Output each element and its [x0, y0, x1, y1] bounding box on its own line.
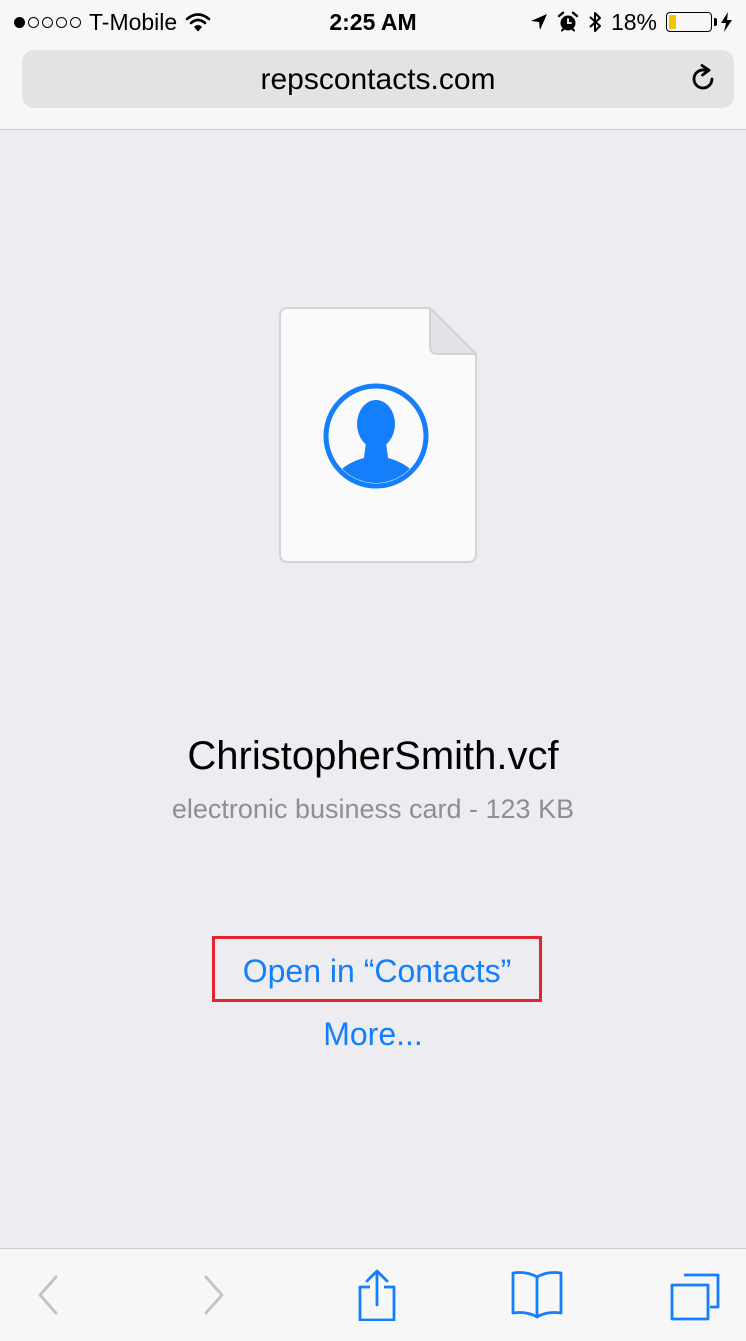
tabs-button[interactable]	[666, 1269, 722, 1321]
status-right: 18%	[530, 8, 732, 36]
open-in-contacts-button[interactable]: Open in “Contacts”	[212, 936, 542, 1002]
address-bar[interactable]: repscontacts.com	[22, 50, 734, 108]
file-name: ChristopherSmith.vcf	[187, 734, 559, 778]
battery-icon	[666, 12, 717, 32]
battery-level	[669, 15, 677, 29]
status-bar: T-Mobile 2:25 AM 18%	[0, 0, 746, 44]
bookmarks-icon[interactable]	[509, 1269, 565, 1321]
bookmarks-button[interactable]	[509, 1269, 565, 1321]
back-icon[interactable]	[20, 1269, 76, 1321]
address-bar-area: repscontacts.com	[0, 44, 746, 130]
bluetooth-icon	[589, 12, 601, 32]
forward-icon[interactable]	[186, 1269, 242, 1321]
location-arrow-icon	[530, 14, 547, 30]
url-text[interactable]: repscontacts.com	[22, 63, 734, 97]
share-button[interactable]	[349, 1269, 405, 1322]
forward-button[interactable]	[186, 1269, 242, 1321]
bottom-toolbar	[0, 1248, 746, 1341]
download-preview: ChristopherSmith.vcf electronic business…	[0, 130, 746, 1248]
contact-card-file-icon	[279, 307, 477, 563]
file-description: electronic business card - 123 KB	[171, 794, 575, 824]
battery-percent: 18%	[610, 8, 657, 35]
alarm-clock-icon	[557, 11, 579, 32]
more-button[interactable]: More...	[0, 1016, 746, 1053]
reload-icon[interactable]	[688, 64, 718, 94]
tabs-icon[interactable]	[666, 1269, 722, 1321]
share-icon[interactable]	[349, 1269, 405, 1322]
back-button[interactable]	[20, 1269, 76, 1321]
charging-bolt-icon	[721, 12, 732, 32]
